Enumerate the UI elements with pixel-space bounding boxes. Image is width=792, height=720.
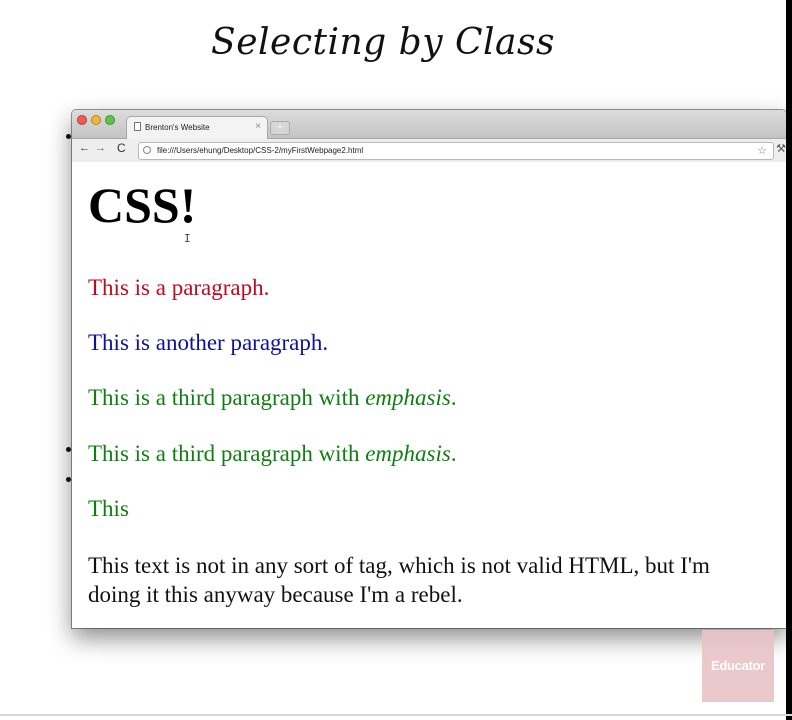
- paragraph-text-end: .: [450, 441, 457, 466]
- emphasis-text: emphasis: [365, 441, 451, 466]
- paragraph-green-emphasis: This is a third paragraph with emphasis.: [88, 440, 457, 468]
- slide-bullet: [66, 447, 71, 452]
- right-edge-bar: [786, 0, 792, 720]
- bookmark-star-icon[interactable]: ☆: [757, 144, 767, 157]
- page-icon: [134, 122, 141, 131]
- emphasis-text: emphasis: [365, 385, 451, 410]
- browser-tab[interactable]: Brenton's Website ×: [126, 116, 268, 139]
- paragraph-blue: This is another paragraph.: [88, 330, 329, 355]
- paragraph-green-emphasis: This is a third paragraph with emphasis.: [88, 384, 457, 412]
- wrench-icon[interactable]: ⚒: [776, 142, 786, 155]
- address-url[interactable]: file:///Users/ehung/Desktop/CSS-2/myFirs…: [157, 146, 363, 155]
- slide-title: Selecting by Class: [211, 22, 555, 63]
- forward-arrow-icon[interactable]: →: [95, 142, 106, 154]
- paragraph-text-end: .: [450, 385, 457, 410]
- window-controls: [77, 115, 115, 125]
- page-heading: CSS!: [88, 177, 197, 233]
- tab-strip: Brenton's Website × +: [72, 110, 786, 139]
- paragraph-red: This is a paragraph.: [88, 275, 270, 300]
- paragraph-green-short: This: [88, 496, 129, 521]
- paragraph-text: This is a third paragraph with: [88, 441, 366, 466]
- globe-icon: [143, 146, 151, 154]
- maximize-window-icon[interactable]: [105, 115, 115, 125]
- untagged-text: This text is not in any sort of tag, whi…: [88, 553, 710, 607]
- address-bar[interactable]: file:///Users/ehung/Desktop/CSS-2/myFirs…: [138, 142, 774, 160]
- paragraph-text: This is a third paragraph with: [88, 385, 366, 410]
- tab-title: Brenton's Website: [145, 123, 210, 132]
- browser-toolbar: ← → C file:///Users/ehung/Desktop/CSS-2/…: [72, 139, 786, 163]
- bottom-divider: [0, 714, 792, 716]
- tab-close-icon[interactable]: ×: [255, 121, 261, 132]
- back-arrow-icon[interactable]: ←: [79, 142, 90, 154]
- new-tab-button[interactable]: +: [270, 121, 290, 135]
- browser-window: Brenton's Website × + ← → C file:///User…: [72, 110, 786, 628]
- educator-watermark: Educator: [702, 630, 774, 702]
- slide-bullet: [66, 134, 71, 139]
- minimize-window-icon[interactable]: [91, 115, 101, 125]
- page-content: CSS! I This is a paragraph. This is anot…: [72, 162, 786, 628]
- reload-icon[interactable]: C: [117, 141, 126, 155]
- slide-bullet: [66, 477, 71, 482]
- close-window-icon[interactable]: [77, 115, 87, 125]
- text-cursor-icon: I: [184, 232, 191, 245]
